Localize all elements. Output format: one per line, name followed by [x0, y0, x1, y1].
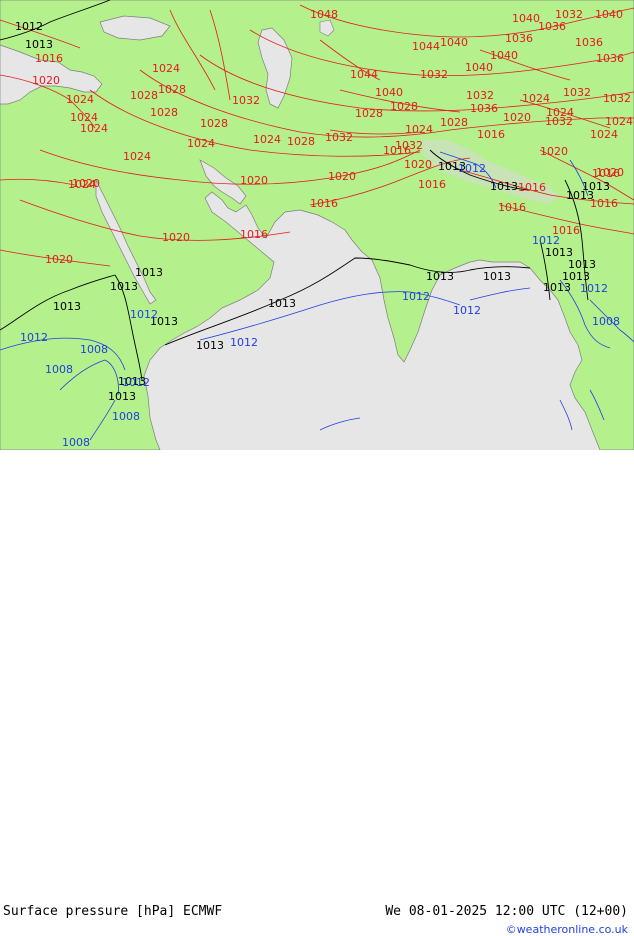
isobar-label: 1020 [72, 177, 100, 190]
isobar-label: 1020 [240, 174, 268, 187]
isobar-label: 1032 [232, 94, 260, 107]
isobar-label: 1032 [563, 86, 591, 99]
isobar-label: 1016 [590, 197, 618, 210]
isobar-label: 1036 [470, 102, 498, 115]
isobar-label: 1040 [465, 61, 493, 74]
isobar-label: 1008 [592, 315, 620, 328]
isobar-label: 1024 [80, 122, 108, 135]
isobar-label: 1040 [512, 12, 540, 25]
map-footer: Surface pressure [hPa] ECMWF We 08-01-20… [0, 450, 634, 936]
isobar-label: 1040 [375, 86, 403, 99]
isobar-label: 1016 [35, 52, 63, 65]
isobar-label: 1036 [538, 20, 566, 33]
isobar-label: 1032 [545, 115, 573, 128]
isobar-label: 1013 [108, 390, 136, 403]
isobar-label: 1013 [426, 270, 454, 283]
isobar-label: 1016 [498, 201, 526, 214]
isobar-label: 1013 [268, 297, 296, 310]
isobar-label: 1008 [45, 363, 73, 376]
isobar-label: 1020 [540, 145, 568, 158]
isobar-label: 1028 [130, 89, 158, 102]
isobar-label: 1012 [122, 376, 150, 389]
isobar-label: 1024 [187, 137, 215, 150]
isobar-label: 1020 [32, 74, 60, 87]
isobar-label: 1012 [15, 20, 43, 33]
isobar-label: 1040 [440, 36, 468, 49]
isobar-label: 1036 [575, 36, 603, 49]
isobar-label: 1024 [152, 62, 180, 75]
isobar-label: 1012 [453, 304, 481, 317]
forecast-datetime: We 08-01-2025 12:00 UTC (12+00) [385, 904, 628, 919]
isobar-label: 1024 [253, 133, 281, 146]
isobar-label: 1012 [532, 234, 560, 247]
isobar-label: 1024 [605, 115, 633, 128]
surface-pressure-map: 1048 1040 1032 1040 1036 1036 1040 1036 … [0, 0, 634, 450]
isobar-label: 1028 [440, 116, 468, 129]
isobar-label: 1032 [420, 68, 448, 81]
isobar-label: 1040 [490, 49, 518, 62]
isobar-label: 1016 [477, 128, 505, 141]
isobar-label: 1008 [80, 343, 108, 356]
isobar-label: 1032 [603, 92, 631, 105]
isobar-label: 1048 [310, 8, 338, 21]
isobar-label: 1016 [240, 228, 268, 241]
isobar-label: 1028 [150, 106, 178, 119]
isobar-label: 1016 [518, 181, 546, 194]
isobar-label: 1013 [543, 281, 571, 294]
weather-map: 1048 1040 1032 1040 1036 1036 1040 1036 … [0, 0, 634, 450]
copyright-link[interactable]: ©weatheronline.co.uk [506, 923, 628, 936]
isobar-label: 1028 [355, 107, 383, 120]
isobar-label: 1020 [596, 166, 624, 179]
isobar-label: 1028 [287, 135, 315, 148]
isobar-label: 1020 [45, 253, 73, 266]
isobar-label: 1028 [200, 117, 228, 130]
isobar-label: 1036 [505, 32, 533, 45]
isobar-label: 1044 [412, 40, 440, 53]
isobar-label: 1024 [590, 128, 618, 141]
isobar-label: 1016 [383, 144, 411, 157]
isobar-label: 1013 [490, 180, 518, 193]
isobar-label: 1012 [580, 282, 608, 295]
isobar-label: 1040 [595, 8, 623, 21]
isobar-label: 1024 [66, 93, 94, 106]
isobar-label: 1020 [404, 158, 432, 171]
isobar-label: 1012 [402, 290, 430, 303]
isobar-label: 1020 [503, 111, 531, 124]
isobar-label: 1013 [110, 280, 138, 293]
isobar-label: 1024 [522, 92, 550, 105]
isobar-label: 1008 [62, 436, 90, 449]
isobar-label: 1032 [325, 131, 353, 144]
isobar-label: 1012 [230, 336, 258, 349]
isobar-label: 1036 [596, 52, 624, 65]
isobar-label: 1024 [405, 123, 433, 136]
isobar-label: 1013 [53, 300, 81, 313]
isobar-label: 1016 [418, 178, 446, 191]
isobar-label: 1020 [328, 170, 356, 183]
isobar-label: 1012 [20, 331, 48, 344]
isobar-label: 1028 [390, 100, 418, 113]
isobar-label: 1028 [158, 83, 186, 96]
isobar-label: 1013 [25, 38, 53, 51]
isobar-label: 1024 [123, 150, 151, 163]
isobar-label: 1013 [483, 270, 511, 283]
isobar-label: 1008 [112, 410, 140, 423]
isobar-label: 1013 [566, 189, 594, 202]
isobar-label: 1020 [162, 231, 190, 244]
isobar-label: 1013 [135, 266, 163, 279]
isobar-label: 1016 [310, 197, 338, 210]
isobar-label: 1012 [458, 162, 486, 175]
isobar-label: 1032 [466, 89, 494, 102]
map-title: Surface pressure [hPa] ECMWF [3, 904, 223, 919]
isobar-label: 1044 [350, 68, 378, 81]
isobar-label: 1013 [196, 339, 224, 352]
isobar-label: 1012 [130, 308, 158, 321]
